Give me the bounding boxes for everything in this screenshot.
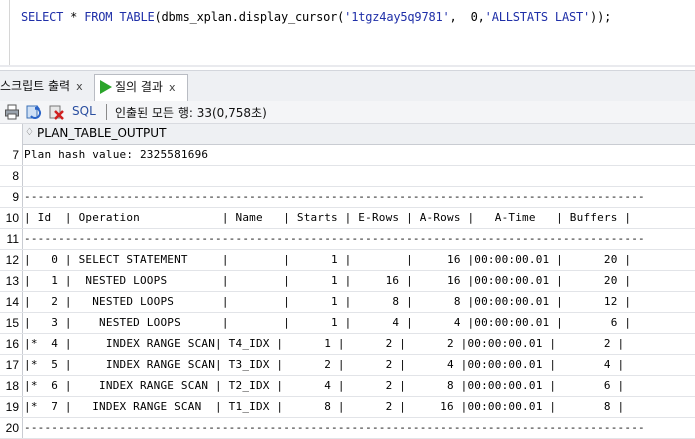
row-divider (22, 208, 23, 228)
plan-output-cell[interactable]: ----------------------------------------… (24, 418, 645, 438)
plan-output-cell[interactable]: | 0 | SELECT STATEMENT | | 1 | | 16 |00:… (24, 250, 631, 270)
row-divider (22, 292, 23, 312)
plan-output-cell[interactable]: | 1 | NESTED LOOPS | | 1 | 16 | 16 |00:0… (24, 271, 631, 291)
table-row[interactable]: 18 |* 6 | INDEX RANGE SCAN | T2_IDX | 4 |… (0, 376, 695, 397)
plan-output-cell[interactable]: ----------------------------------------… (24, 229, 645, 249)
row-number: 7 (12, 148, 19, 162)
column-header-label: PLAN_TABLE_OUTPUT (37, 126, 167, 140)
tab-script-output-label: 스크립트 출력 (0, 79, 71, 93)
grid-rows: 7 Plan hash value: 2325581696 8 9 ----------… (0, 145, 695, 439)
plan-output-cell[interactable]: |* 7 | INDEX RANGE SCAN | T1_IDX | 8 | 2… (24, 397, 624, 417)
sql-editor[interactable]: SELECT * FROM TABLE(dbms_xplan.display_c… (0, 0, 695, 65)
row-divider (22, 166, 23, 186)
cancel-fetch-icon[interactable] (49, 104, 65, 120)
row-divider (22, 313, 23, 333)
table-row[interactable]: 15 | 3 | NESTED LOOPS | | 1 | 4 | 4 |00:0… (0, 313, 695, 334)
plan-output-cell[interactable]: |* 4 | INDEX RANGE SCAN| T4_IDX | 1 | 2 … (24, 334, 624, 354)
row-number: 17 (5, 358, 19, 372)
row-number: 18 (5, 379, 19, 393)
row-divider (22, 355, 23, 375)
row-number: 11 (6, 232, 19, 246)
table-row[interactable]: 14 | 2 | NESTED LOOPS | | 1 | 8 | 8 |00:0… (0, 292, 695, 313)
plan-output-cell[interactable]: | Id | Operation | Name | Starts | E-Row… (24, 208, 631, 228)
row-number: 9 (12, 190, 19, 204)
row-divider (22, 334, 23, 354)
row-divider (22, 250, 23, 270)
plan-output-cell[interactable]: |* 5 | INDEX RANGE SCAN| T3_IDX | 2 | 2 … (24, 355, 624, 375)
row-divider (22, 229, 23, 249)
output-tabbar: 스크립트 출력 x 질의 결과 x (0, 70, 695, 102)
table-row[interactable]: 12 | 0 | SELECT STATEMENT | | 1 | | 16 |0… (0, 250, 695, 271)
table-row[interactable]: 7 Plan hash value: 2325581696 (0, 145, 695, 166)
row-divider (22, 418, 23, 438)
tab-query-result[interactable]: 질의 결과 x (94, 74, 188, 101)
sort-icon[interactable]: ♢ (25, 127, 34, 138)
column-header-plan-table-output[interactable]: ♢ PLAN_TABLE_OUTPUT (22, 124, 695, 145)
table-row[interactable]: 11 --------------------------------------… (0, 229, 695, 250)
print-icon[interactable] (4, 104, 20, 120)
row-divider (22, 376, 23, 396)
table-row[interactable]: 19 |* 7 | INDEX RANGE SCAN | T1_IDX | 8 |… (0, 397, 695, 418)
close-icon[interactable]: x (76, 80, 83, 93)
sql-statement[interactable]: SELECT * FROM TABLE(dbms_xplan.display_c… (21, 10, 611, 24)
row-divider (22, 187, 23, 207)
table-row[interactable]: 20 --------------------------------------… (0, 418, 695, 439)
sql-arg-sqlid: '1tgz4ay5q9781' (344, 10, 450, 24)
sql-keyword-from: FROM (84, 10, 113, 24)
close-icon[interactable]: x (169, 81, 176, 94)
tab-query-result-label: 질의 결과 (115, 80, 163, 94)
sql-arg-format: 'ALLSTATS LAST' (484, 10, 591, 24)
play-icon (100, 79, 112, 94)
result-toolbar: SQL 인출된 모든 행: 33(0,758초) (0, 101, 695, 124)
table-row[interactable]: 17 |* 5 | INDEX RANGE SCAN| T3_IDX | 2 | … (0, 355, 695, 376)
row-number: 15 (5, 316, 19, 330)
row-number: 10 (5, 211, 19, 225)
row-number: 19 (5, 400, 19, 414)
editor-splitter[interactable] (0, 65, 695, 67)
refresh-icon[interactable] (26, 104, 42, 120)
row-divider (22, 271, 23, 291)
row-number: 12 (5, 253, 19, 267)
table-row[interactable]: 10 | Id | Operation | Name | Starts | E-R… (0, 208, 695, 229)
result-grid[interactable]: ♢ PLAN_TABLE_OUTPUT 7 Plan hash value: 23… (0, 124, 695, 439)
editor-gutter (9, 0, 10, 65)
table-row[interactable]: 9 ---------------------------------------… (0, 187, 695, 208)
row-number: 16 (5, 337, 19, 351)
row-number: 20 (5, 421, 19, 435)
sql-keyword-select: SELECT (21, 10, 64, 24)
table-row[interactable]: 8 (0, 166, 695, 187)
plan-output-cell[interactable]: Plan hash value: 2325581696 (24, 145, 208, 165)
fetch-status: 인출된 모든 행: 33(0,758초) (115, 106, 267, 120)
row-number: 13 (5, 274, 19, 288)
tab-script-output[interactable]: 스크립트 출력 x (0, 74, 83, 98)
plan-output-cell[interactable]: | 2 | NESTED LOOPS | | 1 | 8 | 8 |00:00:… (24, 292, 631, 312)
table-row[interactable]: 13 | 1 | NESTED LOOPS | | 1 | 16 | 16 |00… (0, 271, 695, 292)
sql-keyword-table: TABLE (119, 10, 155, 24)
plan-output-cell[interactable]: |* 6 | INDEX RANGE SCAN | T2_IDX | 4 | 2… (24, 376, 624, 396)
plan-output-cell[interactable]: | 3 | NESTED LOOPS | | 1 | 4 | 4 |00:00:… (24, 313, 631, 333)
toolbar-divider (106, 104, 107, 120)
sql-star: * (63, 10, 85, 24)
row-divider (22, 397, 23, 417)
row-number: 8 (12, 169, 19, 183)
row-number: 14 (5, 295, 19, 309)
sql-call: (dbms_xplan.display_cursor( (154, 10, 345, 24)
sql-button[interactable]: SQL (72, 104, 96, 118)
sql-end: )); (590, 10, 612, 24)
row-divider (22, 145, 23, 165)
table-row[interactable]: 16 |* 4 | INDEX RANGE SCAN| T4_IDX | 1 | … (0, 334, 695, 355)
plan-output-cell[interactable]: ----------------------------------------… (24, 187, 645, 207)
sql-mid: , 0, (449, 10, 485, 24)
